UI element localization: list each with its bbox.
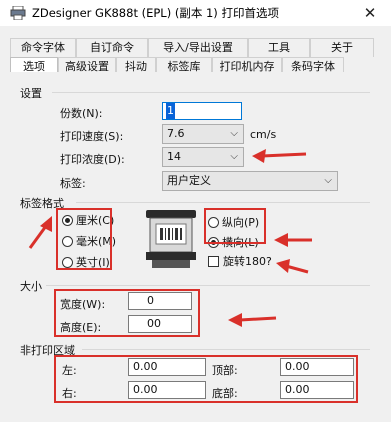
arrow-left-icon <box>252 149 307 163</box>
arrow-left-icon <box>274 233 312 247</box>
annotation-arrows <box>28 149 312 327</box>
arrow-left-icon <box>276 259 309 274</box>
arrow-up-right-icon <box>28 216 52 249</box>
arrow-left-icon <box>228 313 277 327</box>
